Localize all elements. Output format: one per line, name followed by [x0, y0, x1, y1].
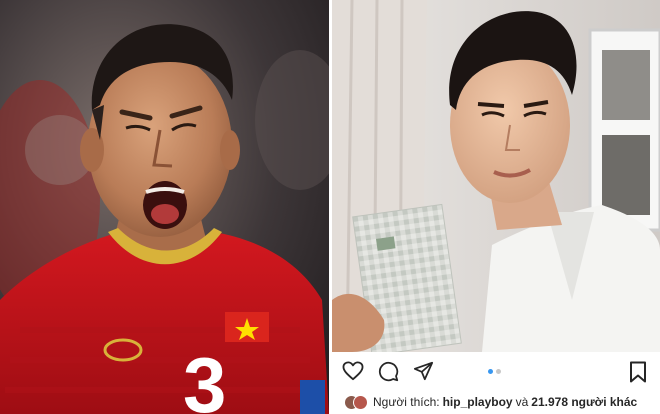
likes-others[interactable]: 21.978 người khác [531, 395, 637, 409]
liker-username[interactable]: hip_playboy [443, 395, 513, 409]
bookmark-icon[interactable] [629, 361, 647, 383]
jersey-number: 3 [183, 341, 226, 414]
avatar [353, 395, 368, 410]
likes-prefix: Người thích: [373, 395, 440, 409]
heart-icon[interactable] [342, 361, 364, 381]
likes-line: Người thích: hip_playboy và 21.978 người… [344, 395, 637, 410]
likes-conjunction: và [515, 395, 529, 409]
photo-collage: 3 Người thích: hip_playboy và 21.978 ngư… [0, 0, 660, 414]
liker-avatars [344, 395, 368, 410]
left-photo-football-player: 3 [0, 0, 329, 414]
instagram-action-bar: Người thích: hip_playboy và 21.978 người… [332, 352, 660, 414]
carousel-dot-active [488, 369, 493, 374]
carousel-dot [496, 369, 501, 374]
selfie-illustration [332, 0, 660, 352]
right-photo-selfie [332, 0, 660, 352]
share-icon[interactable] [413, 361, 434, 381]
comment-icon[interactable] [378, 361, 399, 382]
football-player-illustration: 3 [0, 0, 329, 414]
